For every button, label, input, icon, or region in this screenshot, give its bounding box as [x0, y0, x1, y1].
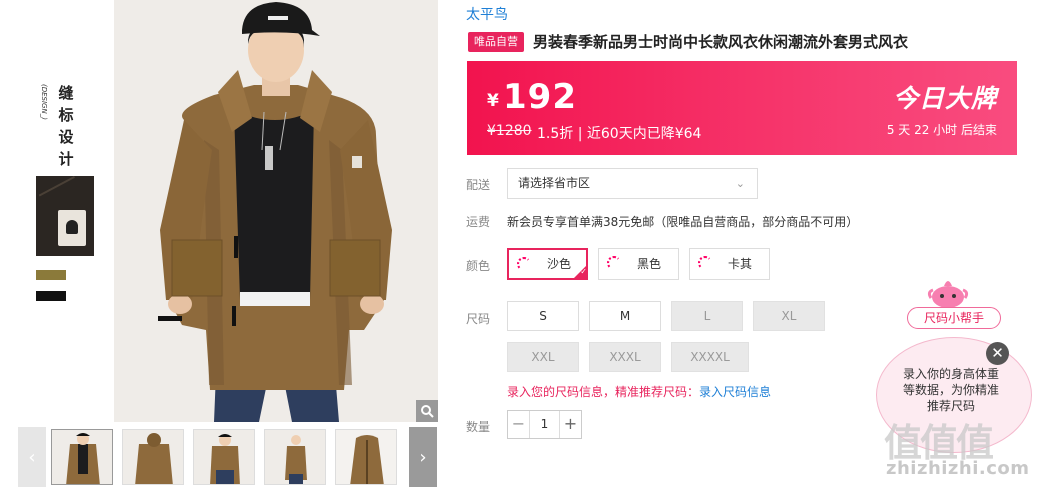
- size-option-xxl: XXL: [507, 342, 579, 372]
- size-option-xxxl: XXXL: [589, 342, 661, 372]
- title-char: 标: [58, 106, 74, 124]
- size-option-xl: XL: [753, 301, 825, 331]
- main-product-image[interactable]: [114, 0, 438, 422]
- loading-icon: [517, 257, 531, 271]
- color-option-label: 卡其: [728, 257, 753, 271]
- color-swatch-sand: [36, 270, 66, 280]
- color-option-khaki[interactable]: 卡其: [689, 248, 770, 280]
- region-select-value: 请选择省市区: [518, 176, 591, 190]
- title-char: 计: [58, 150, 74, 168]
- enter-size-link[interactable]: 录入尺码信息: [699, 385, 771, 399]
- thumbnail-item[interactable]: [51, 429, 113, 485]
- freight-label: 运费: [466, 215, 491, 229]
- product-title: 男装春季新品男士时尚中长款风衣休闲潮流外套男式风衣: [533, 33, 909, 51]
- today-brand-logo: 今日大牌: [892, 84, 997, 113]
- size-label: 尺码: [466, 312, 491, 326]
- color-option-black[interactable]: 黑色: [598, 248, 679, 280]
- chevron-right-icon: ›: [419, 446, 427, 468]
- quantity-decrease-button[interactable]: −: [508, 411, 530, 438]
- design-subtitle: (DESIGN_): [40, 84, 48, 120]
- currency-symbol: ¥: [487, 91, 499, 111]
- thumbnail-item[interactable]: [122, 429, 184, 485]
- thumbnail-prev-button[interactable]: ‹: [18, 427, 46, 487]
- original-price: ¥1280: [487, 123, 532, 139]
- size-option-s[interactable]: S: [507, 301, 579, 331]
- color-option-label: 黑色: [637, 257, 662, 271]
- check-icon: [573, 265, 587, 279]
- size-helper-tag[interactable]: 尺码小帮手: [907, 307, 1001, 329]
- quantity-input[interactable]: 1: [530, 411, 559, 438]
- shipping-label: 配送: [466, 178, 491, 192]
- size-option-m[interactable]: M: [589, 301, 661, 331]
- freight-info: 新会员专享首单满38元免邮（限唯品自营商品，部分商品不可用）: [507, 215, 859, 229]
- close-icon[interactable]: ✕: [986, 342, 1009, 365]
- magnifier-icon[interactable]: [416, 400, 438, 422]
- thumbnail-strip: ‹ ›: [18, 427, 437, 487]
- thumbnail-item[interactable]: [335, 429, 397, 485]
- color-option-sand[interactable]: 沙色: [507, 248, 588, 280]
- mascot-icon: [927, 281, 969, 308]
- discount-info: 1.5折 | 近60天内已降¥64: [537, 126, 702, 142]
- color-swatch-black: [36, 291, 66, 301]
- size-option-xxxxl: XXXXL: [671, 342, 749, 372]
- quantity-label: 数量: [466, 420, 491, 434]
- countdown-timer: 5 天 22 小时 后结束: [886, 123, 997, 137]
- region-select[interactable]: 请选择省市区 ⌄: [507, 168, 758, 199]
- title-char: 设: [58, 128, 74, 146]
- size-helper-text: 录入你的身高体重等数据，为你精准推荐尺码: [903, 367, 1000, 413]
- size-option-l: L: [671, 301, 743, 331]
- model-photo: [114, 0, 438, 422]
- quantity-stepper: − 1 +: [507, 410, 582, 439]
- design-detail-title: 缝 标 设 计: [56, 82, 76, 170]
- color-option-label: 沙色: [547, 257, 572, 271]
- loading-icon: [698, 256, 712, 270]
- self-operated-badge: 唯品自营: [468, 32, 524, 52]
- thumbnail-next-button[interactable]: ›: [409, 427, 437, 487]
- title-char: 缝: [58, 84, 74, 102]
- size-hint-text: 录入您的尺码信息，精准推荐尺码：: [507, 385, 700, 399]
- size-hint: 录入您的尺码信息，精准推荐尺码：录入尺码信息: [507, 383, 771, 400]
- label-detail-image: [36, 176, 94, 256]
- thumbnail-item[interactable]: [193, 429, 255, 485]
- sale-price: 192: [503, 77, 577, 117]
- price-banner: ¥ 192 ¥1280 1.5折 | 近60天内已降¥64 今日大牌 5 天 2…: [467, 61, 1017, 155]
- brand-link[interactable]: 太平鸟: [466, 4, 508, 24]
- chevron-down-icon: ⌄: [735, 177, 745, 190]
- loading-icon: [607, 256, 621, 270]
- quantity-increase-button[interactable]: +: [559, 411, 581, 438]
- thumbnail-item[interactable]: [264, 429, 326, 485]
- color-label: 颜色: [466, 259, 491, 273]
- watermark-url: zhizhizhi.com: [886, 458, 1030, 479]
- chevron-left-icon: ‹: [28, 446, 36, 468]
- detail-strip: 缝 标 设 计 (DESIGN_): [0, 0, 114, 422]
